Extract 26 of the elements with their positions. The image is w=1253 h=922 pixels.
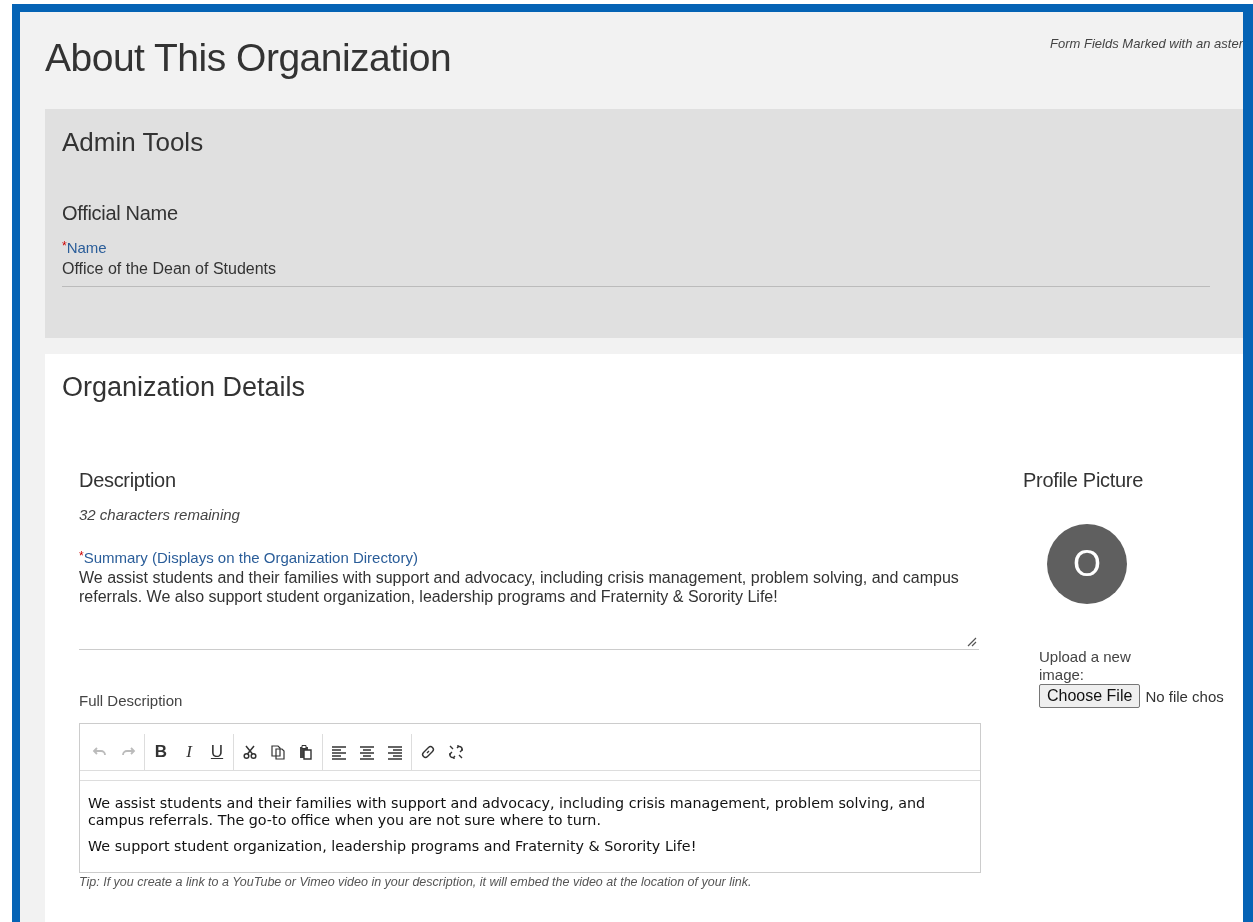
section-title: Admin Tools (62, 127, 205, 158)
field-group-title: Description (79, 469, 177, 492)
upload-label: Upload a new image: (1039, 648, 1132, 684)
field-label: Name (66, 239, 107, 256)
underline-button[interactable]: U (204, 738, 230, 766)
field-group-title: Profile Picture (1023, 469, 1144, 492)
required-mark: * (79, 549, 84, 563)
choose-file-button[interactable]: Choose File (1039, 684, 1141, 708)
required-mark: * (62, 239, 67, 253)
profile-avatar: O (1047, 524, 1127, 604)
paragraph: We assist students and their families with support and advocacy, including crisis management, problem solving, and campus referrals. The go-to office when you are not sure where to turn. (88, 795, 927, 829)
file-status: No file chos (1145, 687, 1224, 705)
summary-field[interactable]: We assist students and their families with support and advocacy, including crisis management, problem solving, and campus referrals. We also support student organization, leadership programs and Fraternity & Sorority Life! (79, 566, 979, 650)
italic-button[interactable]: I (176, 738, 202, 766)
characters-remaining: 32 characters remaining (79, 506, 241, 523)
subsection-title: Official Name (62, 202, 179, 225)
resize-grip-icon[interactable] (967, 637, 977, 647)
bold-button[interactable]: B (148, 738, 174, 766)
tip-text: Tip: If you create a link to a YouTube or Vimeo video in your description, it will embed the video at the location of your link. (79, 875, 753, 889)
field-label: Full Description (79, 692, 184, 709)
paragraph: We support student organization, leadership programs and Fraternity & Sorority Life! (88, 838, 698, 855)
required-fields-note: Form Fields Marked with an aster (1050, 36, 1243, 51)
section-title: Organization Details (62, 372, 307, 403)
name-field[interactable]: Office of the Dean of Students (62, 256, 1210, 287)
field-label: Summary (Displays on the Organization Directory) (83, 549, 418, 566)
page-title: About This Organization (45, 36, 452, 80)
